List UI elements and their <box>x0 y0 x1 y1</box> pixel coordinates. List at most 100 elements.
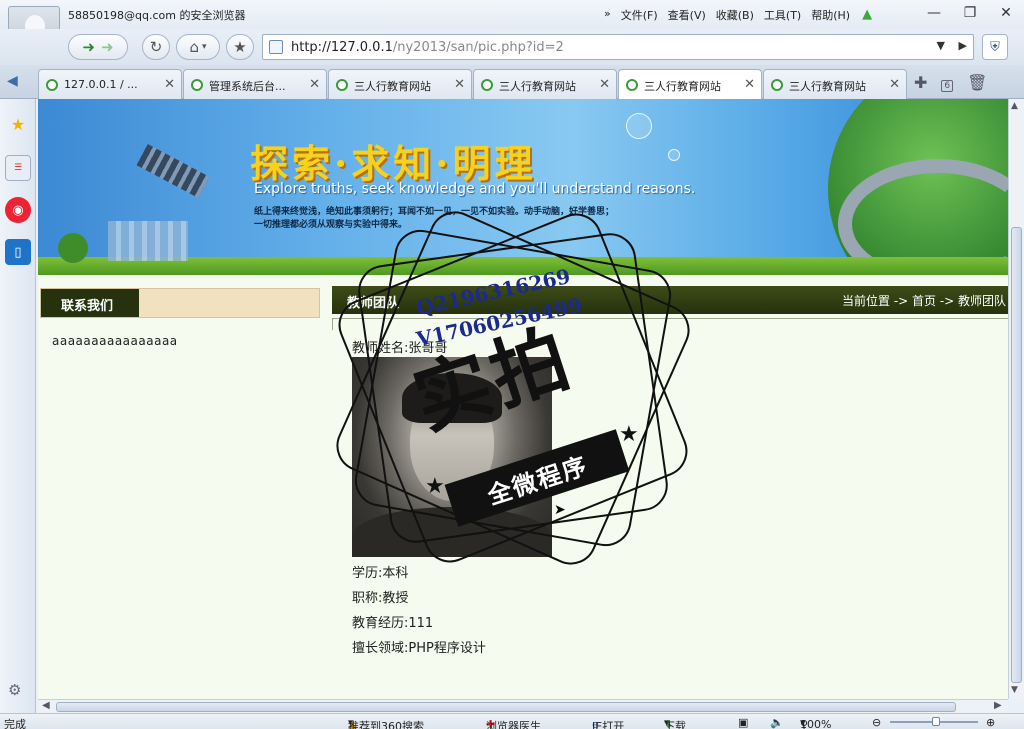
vertical-scroll-thumb[interactable] <box>1011 227 1022 683</box>
tab-count-badge[interactable]: 6 <box>941 73 954 92</box>
recommend-label: 推荐到360搜索 <box>348 720 424 729</box>
city-graphic <box>108 221 188 261</box>
menu-help[interactable]: 帮助(H) <box>811 7 850 23</box>
minimize-button[interactable]: — <box>916 0 952 26</box>
tab-close-icon[interactable]: ✕ <box>889 77 900 92</box>
menu-view[interactable]: 查看(V) <box>668 7 706 23</box>
favorite-star-button[interactable]: ★ <box>226 34 254 60</box>
horizontal-scrollbar[interactable]: ◀ ▶ <box>38 699 1008 713</box>
banner-slogan-en: Explore truths, seek knowledge and you'l… <box>254 181 696 197</box>
mouse-cursor-icon: ➤ <box>554 502 566 518</box>
tab-3[interactable]: 三人行教育网站 ✕ <box>328 69 472 99</box>
back-arrow-icon[interactable]: ➜ <box>82 38 95 56</box>
menu-more-icon[interactable]: » <box>604 7 611 23</box>
side-panel: ★ ☰ ◉ ▯ ⚙ <box>0 99 36 713</box>
go-arrow-icon[interactable]: ▶ <box>959 39 967 52</box>
browser-window: 58850198@qq.com 的安全浏览器 » 文件(F) 查看(V) 收藏(… <box>0 0 1024 729</box>
banner-slogan-cn-line2: 一切推理都必须从观察与实验中得来。 <box>254 220 408 230</box>
tab-strip: ◀ 127.0.0.1 / ... ✕ 管理系统后台... ✕ 三人行教育网站 ✕ 三… <box>0 65 1024 100</box>
settings-gear-icon[interactable]: ⚙ <box>8 681 21 699</box>
trash-icon[interactable]: 🗑 <box>967 73 987 92</box>
menu-favorites[interactable]: 收藏(B) <box>716 7 754 23</box>
zoom-level: 100% <box>800 718 832 729</box>
tab-tools: ✚ 6 🗑 <box>914 73 987 92</box>
mobile-icon[interactable]: ▯ <box>5 239 31 265</box>
tab-close-icon[interactable]: ✕ <box>599 77 610 92</box>
download-label: 下载 <box>664 720 686 729</box>
security-shield-button[interactable]: ⛨ <box>982 34 1008 60</box>
tab-1[interactable]: 127.0.0.1 / ... ✕ <box>38 69 182 99</box>
navigation-bar: ➜ ➜ ↻ ⌂ ▾ ★ http://127.0.0.1/ny2013/san/p… <box>0 29 1024 65</box>
account-label: 58850198@qq.com 的安全浏览器 <box>68 9 246 22</box>
address-dropdown-icon[interactable]: ▼ <box>937 39 945 52</box>
star-icon: ★ <box>233 38 247 56</box>
tab-5-active[interactable]: 三人行教育网站 ✕ <box>618 69 762 100</box>
menu-tools[interactable]: 工具(T) <box>764 7 801 23</box>
tab-4[interactable]: 三人行教育网站 ✕ <box>473 69 617 99</box>
ie-page-icon <box>46 79 58 91</box>
breadcrumb[interactable]: 当前位置 -> 首页 -> 教师团队 <box>842 292 1006 309</box>
page-viewport: 探索·求知·明理 Explore truths, seek knowledge … <box>38 99 1008 699</box>
screen-icon[interactable]: ▣ <box>738 716 748 729</box>
recommend-360-button[interactable]: ▲ 推荐到360搜索 ▾ <box>348 716 424 729</box>
team-header: 教师团队 当前位置 -> 首页 -> 教师团队 <box>332 286 1008 314</box>
favorites-star-icon[interactable]: ★ <box>5 111 31 137</box>
zoom-in-icon[interactable]: ⊕ <box>986 716 995 729</box>
status-text: 完成 <box>4 718 26 729</box>
tab-label: 三人行教育网站 <box>499 80 576 93</box>
scroll-right-icon[interactable]: ▶ <box>994 700 1002 711</box>
scroll-left-icon[interactable]: ◀ <box>42 700 50 711</box>
satellite-graphic <box>136 143 210 199</box>
restore-button[interactable]: ❐ <box>952 0 988 26</box>
scroll-down-icon[interactable]: ▼ <box>1011 685 1018 695</box>
home-button[interactable]: ⌂ ▾ <box>176 34 220 60</box>
zoom-control[interactable]: ⚲ 100% ▾ <box>800 716 831 729</box>
skin-shirt-icon[interactable]: ▲ <box>862 7 872 23</box>
url-path: /ny2013/san/pic.php?id=2 <box>392 40 564 55</box>
url-text[interactable]: http://127.0.0.1/ny2013/san/pic.php?id=2 <box>291 40 564 55</box>
team-content-border <box>332 318 1008 330</box>
window-controls: — ❐ ✕ <box>916 0 1024 26</box>
vertical-scrollbar[interactable]: ▲ ▼ <box>1008 99 1024 699</box>
banner-slogan-cn-line1: 纸上得来终觉浅，绝知此事须躬行；耳闻不如一见，一见不如实验。动手动脑，好学善思； <box>254 207 615 217</box>
news-icon[interactable]: ☰ <box>5 155 31 181</box>
menu-file[interactable]: 文件(F) <box>621 7 658 23</box>
title-bar: 58850198@qq.com 的安全浏览器 » 文件(F) 查看(V) 收藏(… <box>0 0 1024 29</box>
horizontal-scroll-thumb[interactable] <box>56 702 956 712</box>
tab-close-icon[interactable]: ✕ <box>454 77 465 92</box>
site-banner: 探索·求知·明理 Explore truths, seek knowledge … <box>38 99 1008 275</box>
close-window-button[interactable]: ✕ <box>988 0 1024 26</box>
zoom-slider-knob[interactable] <box>932 717 940 726</box>
forward-arrow-icon[interactable]: ➜ <box>101 38 114 56</box>
scroll-up-icon[interactable]: ▲ <box>1011 101 1018 111</box>
back-forward-buttons[interactable]: ➜ ➜ <box>68 34 128 60</box>
download-button[interactable]: ⬇ 下载 ▾ <box>664 716 686 729</box>
teacher-photo <box>352 357 552 557</box>
tab-label: 三人行教育网站 <box>354 80 431 93</box>
ie-page-icon <box>336 79 348 91</box>
ie-label: IE打开 <box>592 720 625 729</box>
new-tab-plus-icon[interactable]: ✚ <box>914 73 927 92</box>
tab-2[interactable]: 管理系统后台... ✕ <box>183 69 327 99</box>
bubble-graphic <box>626 113 652 139</box>
page-icon <box>269 40 283 54</box>
ie-page-icon <box>626 79 638 91</box>
tab-close-icon[interactable]: ✕ <box>164 77 175 92</box>
zoom-out-icon[interactable]: ⊖ <box>872 716 881 729</box>
volume-icon[interactable]: 🔈 <box>770 716 784 729</box>
status-bar: 完成 ▲ 推荐到360搜索 ▾ ✚ 浏览器医生 e IE打开 ⬇ 下载 ▾ ▣ … <box>0 713 1024 729</box>
weibo-icon[interactable]: ◉ <box>5 197 31 223</box>
shield-icon: ⛨ <box>990 39 1000 55</box>
address-bar[interactable]: http://127.0.0.1/ny2013/san/pic.php?id=2… <box>262 34 974 60</box>
doctor-label: 浏览器医生 <box>486 720 541 729</box>
tab-close-icon[interactable]: ✕ <box>744 77 755 92</box>
teacher-education: 学历:本科 <box>352 566 409 581</box>
tab-6[interactable]: 三人行教育网站 ✕ <box>763 69 907 99</box>
ie-page-icon <box>191 79 203 91</box>
tree-graphic <box>58 233 88 263</box>
refresh-button[interactable]: ↻ <box>142 34 170 60</box>
tab-close-icon[interactable]: ✕ <box>309 77 320 92</box>
teacher-name: 教师姓名:张哥哥 <box>352 341 448 356</box>
url-host: http://127.0.0.1 <box>291 40 393 55</box>
sidebar-toggle-icon[interactable]: ◀ <box>7 73 18 89</box>
